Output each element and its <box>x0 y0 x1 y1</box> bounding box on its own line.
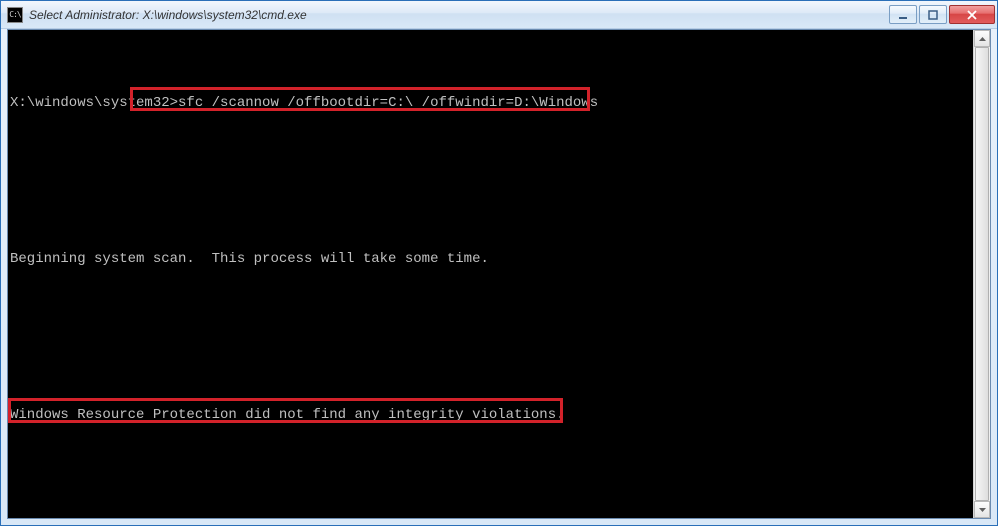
command-text: sfc /scannow /offbootdir=C:\ /offwindir=… <box>178 95 598 111</box>
maximize-button[interactable] <box>919 5 947 24</box>
scroll-down-button[interactable] <box>974 501 990 518</box>
prompt: X:\windows\system32> <box>10 95 178 111</box>
close-button[interactable] <box>949 5 995 24</box>
scroll-thumb[interactable] <box>975 47 989 501</box>
blank-line <box>10 168 971 194</box>
blank-line <box>10 324 971 350</box>
cmd-icon: C:\ <box>7 7 23 23</box>
cmd-window: C:\ Select Administrator: X:\windows\sys… <box>0 0 998 526</box>
console-line: Beginning system scan. This process will… <box>10 246 971 272</box>
window-title: Select Administrator: X:\windows\system3… <box>29 8 889 22</box>
scroll-up-button[interactable] <box>974 30 990 47</box>
client-area: X:\windows\system32>sfc /scannow /offboo… <box>7 29 991 519</box>
blank-line <box>10 480 971 506</box>
vertical-scrollbar[interactable] <box>973 30 990 518</box>
window-controls <box>889 5 995 24</box>
scan-message: Beginning system scan. This process will… <box>10 251 489 267</box>
console-line: Windows Resource Protection did not find… <box>10 402 971 428</box>
titlebar[interactable]: C:\ Select Administrator: X:\windows\sys… <box>1 1 997 29</box>
result-message: Windows Resource Protection did not find… <box>10 407 565 423</box>
minimize-button[interactable] <box>889 5 917 24</box>
scroll-track-area[interactable] <box>974 47 990 501</box>
console-output[interactable]: X:\windows\system32>sfc /scannow /offboo… <box>8 30 973 518</box>
console-line: X:\windows\system32>sfc /scannow /offboo… <box>10 90 971 116</box>
